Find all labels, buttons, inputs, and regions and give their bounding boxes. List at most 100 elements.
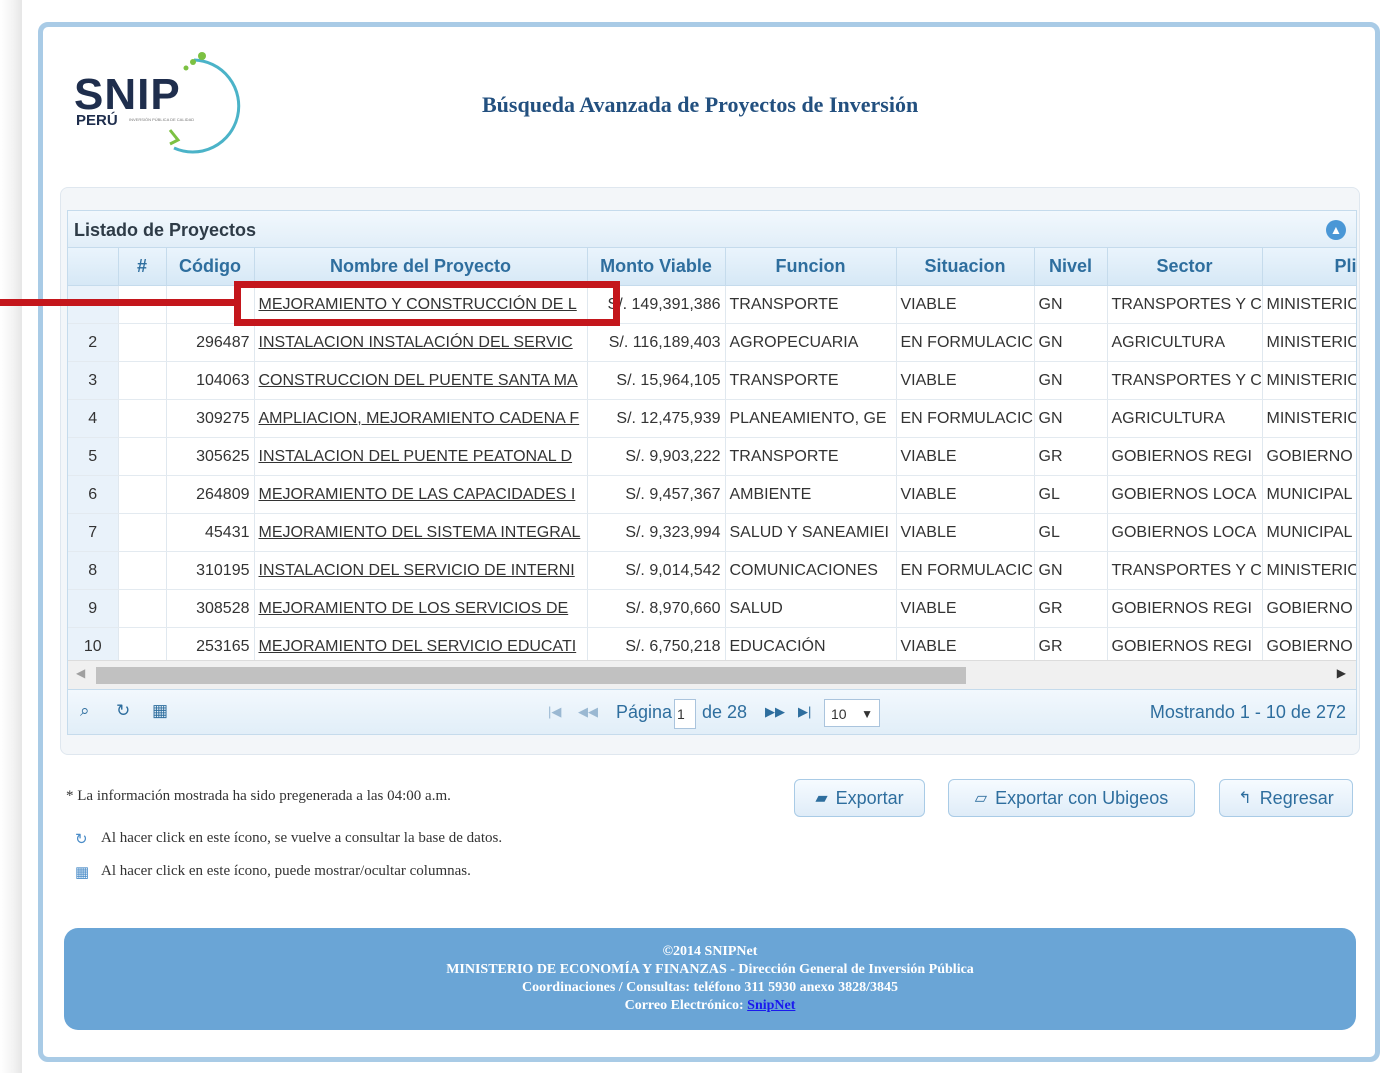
footer-email-link[interactable]: SnipNet	[747, 998, 795, 1013]
monto-cell: S/. 8,970,660	[587, 589, 726, 628]
columns-icon[interactable]: ▦	[152, 701, 168, 721]
export-ubigeos-button[interactable]: ▱ Exportar con Ubigeos	[948, 779, 1195, 817]
table-row[interactable]: 5 305625 INSTALACION DEL PUENTE PEATONAL D…	[68, 437, 1356, 476]
col-header-situacion[interactable]: Situacion	[896, 248, 1035, 286]
back-button-label: Regresar	[1259, 787, 1334, 808]
project-name-cell[interactable]: AMPLIACION, MEJORAMIENTO CADENA F	[254, 399, 588, 438]
export-button[interactable]: ▰ Exportar	[794, 779, 925, 817]
sector-cell: GOBIERNOS REGI	[1107, 589, 1263, 628]
scroll-left-icon[interactable]: ◀	[76, 666, 85, 680]
monto-cell: S/. 9,903,222	[587, 437, 726, 476]
project-name-link[interactable]: INSTALACION INSTALACIÓN DEL SERVIC	[259, 334, 573, 351]
project-name-link[interactable]: MEJORAMIENTO DE LAS CAPACIDADES I	[259, 486, 576, 503]
page-input[interactable]: 1	[674, 699, 696, 729]
columns-icon: ▦	[75, 864, 90, 881]
situacion-cell: EN FORMULACIC	[896, 551, 1035, 590]
footer-email-row: Correo Electrónico: SnipNet	[64, 997, 1356, 1015]
col-header-monto[interactable]: Monto Viable	[587, 248, 726, 286]
pliego-cell: MINISTERIO	[1262, 551, 1356, 590]
col-header-rownum	[68, 248, 119, 286]
row-index-cell	[118, 437, 167, 476]
export-button-label: Exportar	[835, 787, 904, 808]
funcion-cell: SALUD	[725, 589, 897, 628]
table-header-row: # Código Nombre del Proyecto Monto Viabl…	[68, 248, 1356, 286]
table-row[interactable]: 4 309275 AMPLIACION, MEJORAMIENTO CADENA F…	[68, 399, 1356, 438]
table-row[interactable]: 2 296487 INSTALACION INSTALACIÓN DEL SERVI…	[68, 323, 1356, 362]
project-name-link[interactable]: MEJORAMIENTO DE LOS SERVICIOS DE	[259, 600, 569, 617]
project-name-cell[interactable]: MEJORAMIENTO DEL SISTEMA INTEGRAL	[254, 513, 588, 552]
scrollbar-thumb[interactable]	[96, 667, 966, 684]
scroll-right-icon[interactable]: ▶	[1337, 666, 1346, 680]
search-icon[interactable]: ⌕	[80, 701, 90, 721]
first-page-icon[interactable]: |◀	[548, 704, 561, 720]
row-number: 9	[68, 589, 119, 628]
col-header-funcion[interactable]: Funcion	[725, 248, 897, 286]
rows-per-page-value: 10	[831, 706, 847, 722]
rows-per-page-select[interactable]: 10 ▼	[824, 699, 880, 727]
col-header-index[interactable]: #	[118, 248, 167, 286]
project-name-link[interactable]: CONSTRUCCION DEL PUENTE SANTA MA	[259, 372, 578, 389]
return-arrow-icon: ↰	[1238, 790, 1252, 807]
nivel-cell: GL	[1034, 513, 1108, 552]
monto-cell: S/. 9,014,542	[587, 551, 726, 590]
project-name-cell[interactable]: MEJORAMIENTO DE LAS CAPACIDADES I	[254, 475, 588, 514]
project-name-link[interactable]: AMPLIACION, MEJORAMIENTO CADENA F	[259, 410, 580, 427]
project-name-cell[interactable]: INSTALACION INSTALACIÓN DEL SERVIC	[254, 323, 588, 362]
collapse-icon[interactable]: ▲	[1326, 220, 1346, 240]
nivel-cell: GL	[1034, 475, 1108, 514]
col-header-pliego[interactable]: Plieg	[1262, 248, 1356, 286]
col-header-sector[interactable]: Sector	[1107, 248, 1263, 286]
codigo-cell: 264809	[166, 475, 255, 514]
project-name-link[interactable]: INSTALACION DEL SERVICIO DE INTERNI	[259, 562, 575, 579]
project-name-link[interactable]: MEJORAMIENTO DEL SISTEMA INTEGRAL	[259, 524, 581, 541]
monto-cell: S/. 12,475,939	[587, 399, 726, 438]
codigo-cell: 104063	[166, 361, 255, 400]
left-shadow	[0, 0, 22, 1073]
project-name-link[interactable]: INSTALACION DEL PUENTE PEATONAL D	[259, 448, 573, 465]
col-header-nombre[interactable]: Nombre del Proyecto	[254, 248, 588, 286]
funcion-cell: AGROPECUARIA	[725, 323, 897, 362]
table-row[interactable]: 9 308528 MEJORAMIENTO DE LOS SERVICIOS DE S…	[68, 589, 1356, 628]
codigo-cell: 45431	[166, 513, 255, 552]
codigo-cell: 296487	[166, 323, 255, 362]
row-index-cell	[118, 551, 167, 590]
chevron-down-icon: ▼	[861, 707, 873, 721]
nivel-cell: GN	[1034, 551, 1108, 590]
project-name-cell[interactable]: CONSTRUCCION DEL PUENTE SANTA MA	[254, 361, 588, 400]
pliego-cell: MINISTERIO	[1262, 399, 1356, 438]
sector-cell: TRANSPORTES Y C	[1107, 285, 1263, 324]
prev-page-icon[interactable]: ◀◀	[578, 704, 598, 720]
situacion-cell: VIABLE	[896, 361, 1035, 400]
situacion-cell: VIABLE	[896, 285, 1035, 324]
codigo-cell: 308528	[166, 589, 255, 628]
logo-subtext: PERÚ	[76, 112, 118, 129]
situacion-cell: VIABLE	[896, 513, 1035, 552]
next-page-icon[interactable]: ▶▶	[765, 704, 785, 720]
export-ubigeos-button-label: Exportar con Ubigeos	[995, 787, 1169, 808]
table-row[interactable]: 6 264809 MEJORAMIENTO DE LAS CAPACIDADES I…	[68, 475, 1356, 514]
snip-logo: SNIP PERÚ INVERSIÓN PÚBLICA DE CALIDAD	[74, 48, 274, 158]
monto-cell: S/. 9,457,367	[587, 475, 726, 514]
project-name-link[interactable]: MEJORAMIENTO DEL SERVICIO EDUCATI	[259, 638, 577, 655]
last-page-icon[interactable]: ▶|	[798, 704, 811, 720]
project-name-cell[interactable]: INSTALACION DEL SERVICIO DE INTERNI	[254, 551, 588, 590]
horizontal-scrollbar[interactable]: ◀ ▶	[68, 660, 1356, 689]
refresh-icon: ↻	[75, 831, 88, 848]
footer-ministry: MINISTERIO DE ECONOMÍA Y FINANZAS - Dire…	[446, 962, 974, 977]
nivel-cell: GN	[1034, 399, 1108, 438]
col-header-nivel[interactable]: Nivel	[1034, 248, 1108, 286]
row-number: 2	[68, 323, 119, 362]
situacion-cell: VIABLE	[896, 589, 1035, 628]
col-header-codigo[interactable]: Código	[166, 248, 255, 286]
project-name-cell[interactable]: MEJORAMIENTO DE LOS SERVICIOS DE	[254, 589, 588, 628]
back-button[interactable]: ↰ Regresar	[1219, 779, 1353, 817]
refresh-icon[interactable]: ↻	[116, 701, 130, 721]
highlight-pointer-line	[0, 299, 236, 306]
row-index-cell	[118, 513, 167, 552]
project-name-cell[interactable]: INSTALACION DEL PUENTE PEATONAL D	[254, 437, 588, 476]
sector-cell: TRANSPORTES Y C	[1107, 551, 1263, 590]
table-row[interactable]: 3 104063 CONSTRUCCION DEL PUENTE SANTA MA S…	[68, 361, 1356, 400]
table-row[interactable]: 7 45431 MEJORAMIENTO DEL SISTEMA INTEGRAL S…	[68, 513, 1356, 552]
table-row[interactable]: 8 310195 INSTALACION DEL SERVICIO DE INTER…	[68, 551, 1356, 590]
row-number: 5	[68, 437, 119, 476]
